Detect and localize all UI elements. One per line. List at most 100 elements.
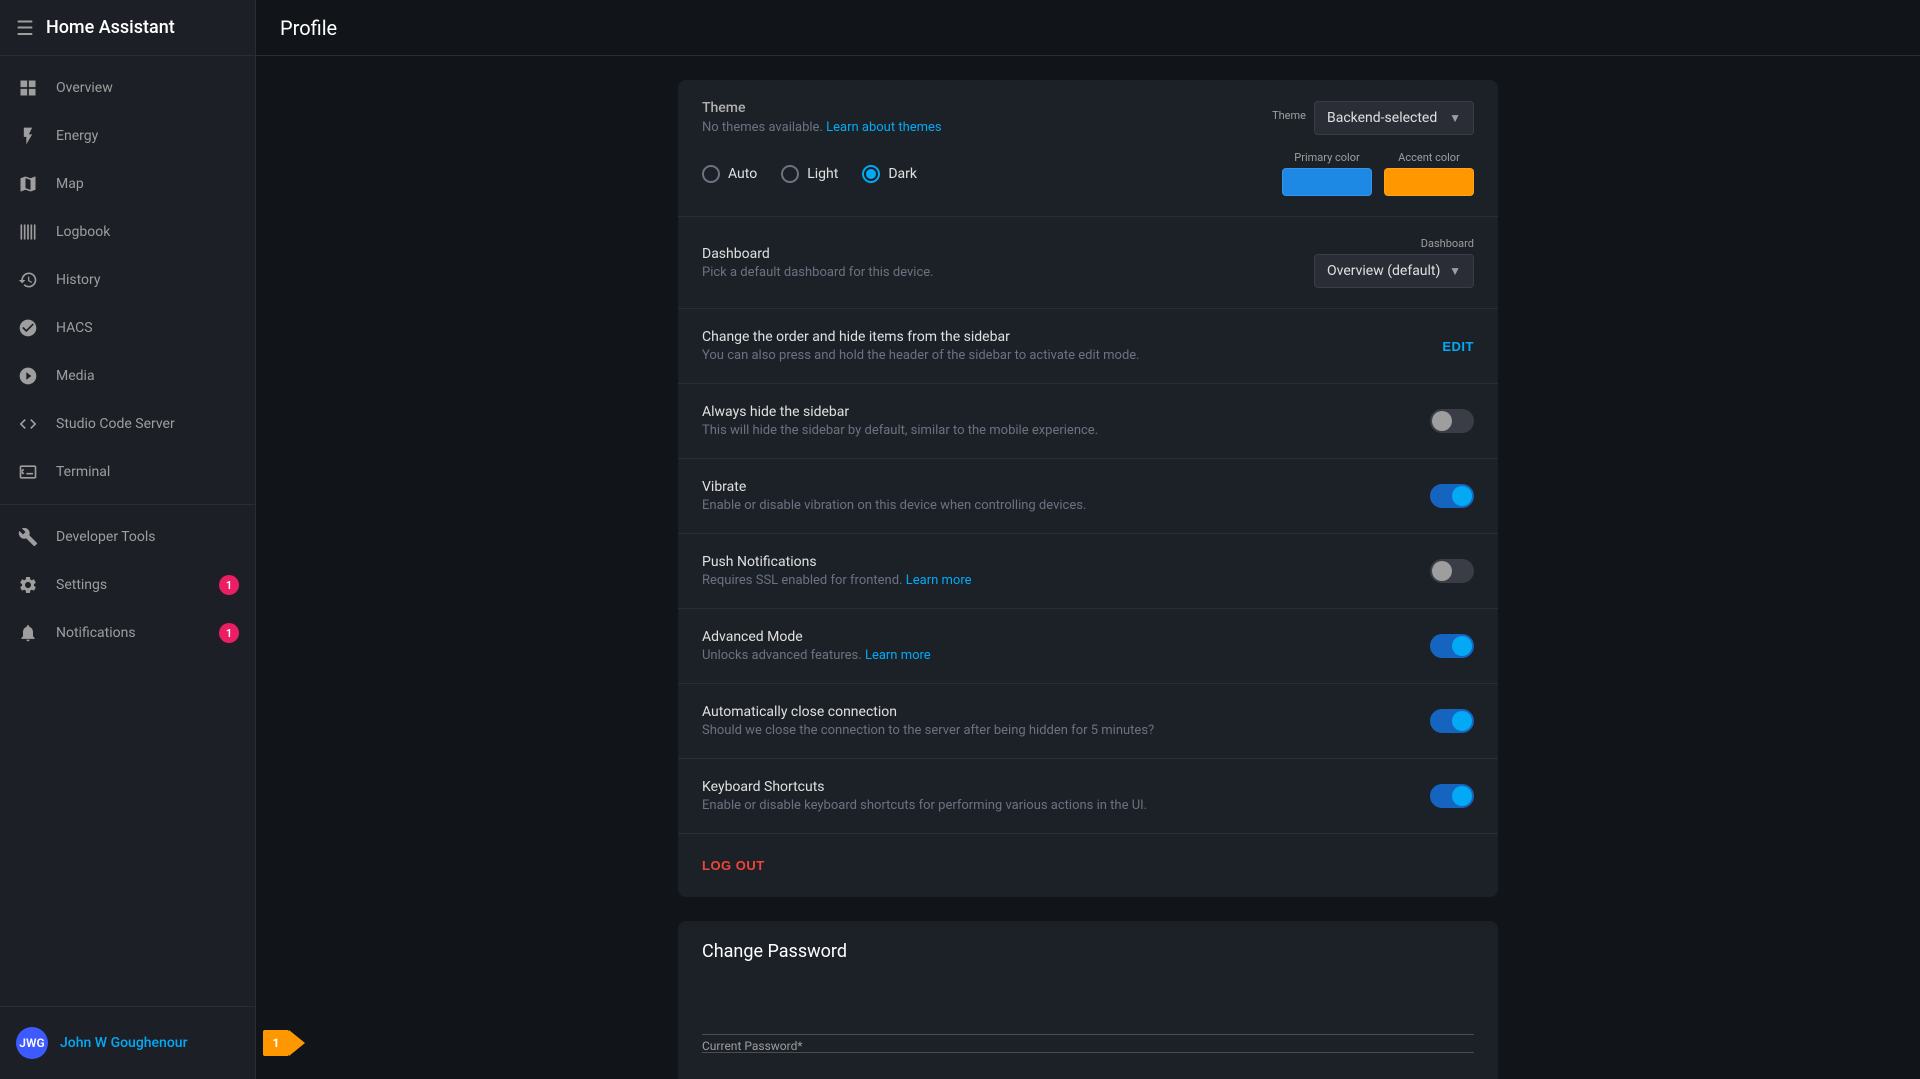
radio-dark-circle xyxy=(862,165,880,183)
keyboard-shortcuts-desc: Enable or disable keyboard shortcuts for… xyxy=(702,798,1430,813)
dashboard-label: Dashboard xyxy=(702,246,1314,262)
auto-close-toggle[interactable] xyxy=(1430,709,1474,733)
theme-section: Theme No themes available. Learn about t… xyxy=(678,80,1498,217)
sidebar-item-terminal-label: Terminal xyxy=(56,464,110,480)
radio-light-circle xyxy=(781,165,799,183)
always-hide-sidebar-row: Always hide the sidebar This will hide t… xyxy=(702,404,1474,438)
dashboard-desc: Pick a default dashboard for this device… xyxy=(702,265,1314,280)
vibrate-label: Vibrate xyxy=(702,479,1430,495)
always-hide-sidebar-section: Always hide the sidebar This will hide t… xyxy=(678,384,1498,459)
accent-color-swatch[interactable] xyxy=(1384,168,1474,196)
push-notifications-label-group: Push Notifications Requires SSL enabled … xyxy=(702,554,1430,588)
sidebar-order-row: Change the order and hide items from the… xyxy=(702,329,1474,363)
settings-badge: 1 xyxy=(219,575,239,595)
energy-icon xyxy=(16,124,40,148)
sidebar-item-studio-code-server[interactable]: Studio Code Server xyxy=(0,400,255,448)
app-title: Home Assistant xyxy=(46,17,175,38)
notifications-badge: 1 xyxy=(219,623,239,643)
developer-tools-icon xyxy=(16,525,40,549)
advanced-mode-section: 2 Advanced Mode Unlocks advanced feature… xyxy=(678,609,1498,684)
radio-auto-label: Auto xyxy=(728,166,757,182)
auto-close-desc: Should we close the connection to the se… xyxy=(702,723,1430,738)
sidebar-item-map[interactable]: Map xyxy=(0,160,255,208)
radio-dark-label: Dark xyxy=(888,166,917,182)
dashboard-select-label: Dashboard xyxy=(1421,237,1474,250)
logbook-icon xyxy=(16,220,40,244)
sidebar-item-hacs-label: HACS xyxy=(56,320,93,336)
toggle-thumb-auto-close xyxy=(1452,711,1472,731)
radio-dark[interactable]: Dark xyxy=(862,165,917,183)
sidebar-item-terminal[interactable]: Terminal xyxy=(0,448,255,496)
radio-auto[interactable]: Auto xyxy=(702,165,757,183)
submit-password-button[interactable]: SUBMIT xyxy=(702,1073,755,1079)
chevron-down-icon-2: ▼ xyxy=(1449,264,1461,278)
vibrate-toggle[interactable] xyxy=(1430,484,1474,508)
menu-icon[interactable]: ☰ xyxy=(16,16,34,40)
sidebar-item-history-label: History xyxy=(56,272,101,288)
dashboard-select[interactable]: Overview (default) ▼ xyxy=(1314,254,1474,288)
primary-color-group: Primary color xyxy=(1282,151,1372,196)
always-hide-sidebar-toggle[interactable] xyxy=(1430,409,1474,433)
vibrate-section: Vibrate Enable or disable vibration on t… xyxy=(678,459,1498,534)
primary-color-swatch[interactable] xyxy=(1282,168,1372,196)
push-notifications-section: Push Notifications Requires SSL enabled … xyxy=(678,534,1498,609)
sidebar-item-energy[interactable]: Energy xyxy=(0,112,255,160)
sidebar-header: ☰ Home Assistant xyxy=(0,0,255,56)
hacs-icon xyxy=(16,316,40,340)
user-name: John W Goughenour xyxy=(60,1035,188,1051)
sidebar-item-logbook[interactable]: Logbook xyxy=(0,208,255,256)
sidebar-item-developer-tools-label: Developer Tools xyxy=(56,529,156,545)
logout-section: LOG OUT xyxy=(678,834,1498,897)
sidebar-item-media[interactable]: Media xyxy=(0,352,255,400)
keyboard-shortcuts-label: Keyboard Shortcuts xyxy=(702,779,1430,795)
page-header: Profile xyxy=(256,0,1920,56)
always-hide-sidebar-desc: This will hide the sidebar by default, s… xyxy=(702,423,1430,438)
sidebar-item-developer-tools[interactable]: Developer Tools xyxy=(0,513,255,561)
keyboard-shortcuts-section: Keyboard Shortcuts Enable or disable key… xyxy=(678,759,1498,834)
sidebar-item-history[interactable]: History xyxy=(0,256,255,304)
dashboard-row: Dashboard Pick a default dashboard for t… xyxy=(702,237,1474,288)
theme-select-label: Theme xyxy=(1272,109,1306,122)
sidebar-order-desc: You can also press and hold the header o… xyxy=(702,348,1442,363)
sidebar-item-hacs[interactable]: HACS xyxy=(0,304,255,352)
sidebar-item-overview-label: Overview xyxy=(56,80,113,96)
advanced-mode-toggle[interactable] xyxy=(1430,634,1474,658)
radio-light-label: Light xyxy=(807,166,838,182)
keyboard-shortcuts-toggle[interactable] xyxy=(1430,784,1474,808)
sidebar-order-label: Change the order and hide items from the… xyxy=(702,329,1442,345)
map-icon xyxy=(16,172,40,196)
advanced-mode-desc-prefix: Unlocks advanced features. xyxy=(702,648,862,663)
user-step-badge: 1 xyxy=(263,1030,289,1056)
chevron-down-icon: ▼ xyxy=(1449,111,1461,125)
toggle-thumb xyxy=(1432,411,1452,431)
vibrate-row: Vibrate Enable or disable vibration on t… xyxy=(702,479,1474,513)
change-password-title: Change Password xyxy=(678,921,1498,978)
sidebar-item-energy-label: Energy xyxy=(56,128,98,144)
advanced-mode-link[interactable]: Learn more xyxy=(865,648,931,663)
auto-close-label: Automatically close connection xyxy=(702,704,1430,720)
theme-select[interactable]: Backend-selected ▼ xyxy=(1314,101,1474,135)
current-password-input[interactable] xyxy=(702,1002,1474,1035)
accent-color-group: Accent color xyxy=(1384,151,1474,196)
radio-light[interactable]: Light xyxy=(781,165,838,183)
notifications-icon xyxy=(16,621,40,645)
color-mode-row: Auto Light Dark Primary color xyxy=(702,151,1474,196)
avatar: JWG xyxy=(16,1027,48,1059)
sidebar-item-overview[interactable]: Overview xyxy=(0,64,255,112)
profile-content: Theme No themes available. Learn about t… xyxy=(678,80,1498,1055)
push-notifications-link[interactable]: Learn more xyxy=(906,573,972,588)
push-notifications-desc-prefix: Requires SSL enabled for frontend. xyxy=(702,573,903,588)
push-notifications-toggle[interactable] xyxy=(1430,559,1474,583)
logout-button[interactable]: LOG OUT xyxy=(702,854,765,877)
toggle-thumb-push xyxy=(1432,561,1452,581)
advanced-mode-label: Advanced Mode xyxy=(702,629,1430,645)
sidebar-item-notifications[interactable]: Notifications 1 xyxy=(0,609,255,657)
user-annotation: 1 xyxy=(263,1030,305,1056)
push-notifications-desc: Requires SSL enabled for frontend. Learn… xyxy=(702,573,1430,588)
keyboard-shortcuts-label-group: Keyboard Shortcuts Enable or disable key… xyxy=(702,779,1430,813)
sidebar-user[interactable]: JWG John W Goughenour 1 xyxy=(0,1015,255,1071)
learn-about-themes-link[interactable]: Learn about themes xyxy=(826,120,942,135)
theme-title: Theme xyxy=(702,100,1272,116)
edit-sidebar-button[interactable]: EDIT xyxy=(1442,339,1474,354)
sidebar-item-settings[interactable]: Settings 1 xyxy=(0,561,255,609)
